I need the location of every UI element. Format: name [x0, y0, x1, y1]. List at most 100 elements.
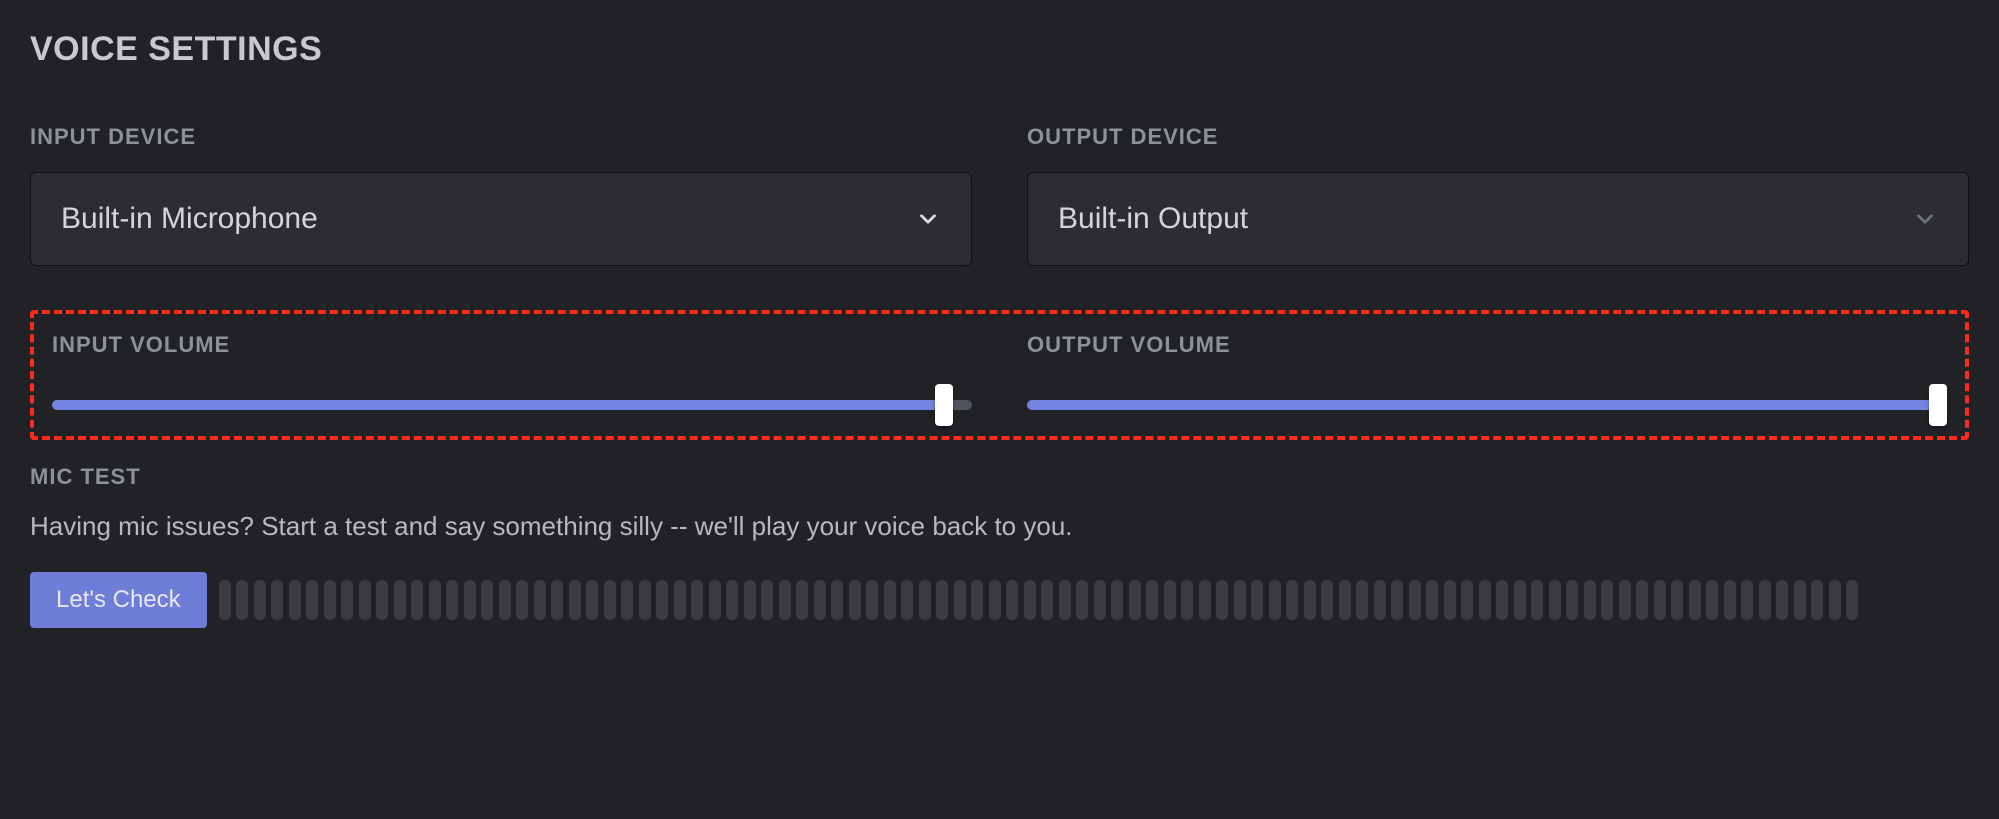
mic-test-button[interactable]: Let's Check	[30, 572, 207, 628]
meter-bar	[1794, 580, 1806, 620]
meter-bar	[936, 580, 948, 620]
meter-bar	[1496, 580, 1508, 620]
output-volume-thumb[interactable]	[1929, 384, 1947, 426]
meter-bar	[989, 580, 1001, 620]
meter-bar	[376, 580, 388, 620]
meter-bar	[271, 580, 283, 620]
output-volume-label: OUTPUT VOLUME	[1027, 332, 1947, 358]
meter-bar	[1706, 580, 1718, 620]
meter-bar	[674, 580, 686, 620]
meter-bar	[849, 580, 861, 620]
meter-bar	[1479, 580, 1491, 620]
meter-bar	[1181, 580, 1193, 620]
meter-bar	[656, 580, 668, 620]
meter-bar	[1811, 580, 1823, 620]
meter-bar	[1146, 580, 1158, 620]
meter-bar	[1356, 580, 1368, 620]
meter-bar	[1024, 580, 1036, 620]
meter-bar	[429, 580, 441, 620]
meter-bar	[831, 580, 843, 620]
meter-bar	[1531, 580, 1543, 620]
output-device-selected: Built-in Output	[1058, 202, 1248, 236]
meter-bar	[1251, 580, 1263, 620]
input-volume-fill	[52, 400, 944, 410]
meter-bar	[884, 580, 896, 620]
meter-bar	[691, 580, 703, 620]
meter-bar	[621, 580, 633, 620]
output-device-label: OUTPUT DEVICE	[1027, 124, 1969, 150]
meter-bar	[1391, 580, 1403, 620]
meter-bar	[1164, 580, 1176, 620]
meter-bar	[1566, 580, 1578, 620]
meter-bar	[289, 580, 301, 620]
meter-bar	[1759, 580, 1771, 620]
meter-bar	[1601, 580, 1613, 620]
meter-bar	[1741, 580, 1753, 620]
meter-bar	[1409, 580, 1421, 620]
meter-bar	[516, 580, 528, 620]
meter-bar	[1461, 580, 1473, 620]
meter-bar	[1724, 580, 1736, 620]
meter-bar	[1321, 580, 1333, 620]
meter-bar	[1584, 580, 1596, 620]
meter-bar	[569, 580, 581, 620]
meter-bar	[779, 580, 791, 620]
mic-test-label: MIC TEST	[30, 464, 1969, 490]
mic-level-meter	[219, 572, 1969, 628]
mic-test-description: Having mic issues? Start a test and say …	[30, 510, 1969, 544]
meter-bar	[481, 580, 493, 620]
meter-bar	[796, 580, 808, 620]
input-volume-label: INPUT VOLUME	[52, 332, 972, 358]
meter-bar	[219, 580, 231, 620]
meter-bar	[1689, 580, 1701, 620]
meter-bar	[971, 580, 983, 620]
meter-bar	[709, 580, 721, 620]
meter-bar	[1636, 580, 1648, 620]
meter-bar	[1514, 580, 1526, 620]
meter-bar	[1094, 580, 1106, 620]
meter-bar	[1654, 580, 1666, 620]
meter-bar	[1111, 580, 1123, 620]
meter-bar	[324, 580, 336, 620]
meter-bar	[866, 580, 878, 620]
meter-bar	[586, 580, 598, 620]
meter-bar	[1374, 580, 1386, 620]
meter-bar	[1671, 580, 1683, 620]
meter-bar	[1549, 580, 1561, 620]
meter-bar	[359, 580, 371, 620]
output-volume-fill	[1027, 400, 1938, 410]
meter-bar	[1776, 580, 1788, 620]
meter-bar	[1304, 580, 1316, 620]
volume-highlight-box: INPUT VOLUME OUTPUT VOLUME	[30, 310, 1969, 440]
meter-bar	[726, 580, 738, 620]
input-device-select[interactable]: Built-in Microphone	[30, 172, 972, 266]
meter-bar	[341, 580, 353, 620]
meter-bar	[1619, 580, 1631, 620]
meter-bar	[1426, 580, 1438, 620]
meter-bar	[814, 580, 826, 620]
output-device-select[interactable]: Built-in Output	[1027, 172, 1969, 266]
meter-bar	[1286, 580, 1298, 620]
meter-bar	[1829, 580, 1841, 620]
meter-bar	[499, 580, 511, 620]
chevron-down-icon	[1912, 206, 1938, 232]
input-device-selected: Built-in Microphone	[61, 202, 318, 236]
meter-bar	[394, 580, 406, 620]
meter-bar	[1444, 580, 1456, 620]
meter-bar	[1846, 580, 1858, 620]
meter-bar	[901, 580, 913, 620]
voice-settings-title: VOICE SETTINGS	[30, 30, 1969, 69]
meter-bar	[1059, 580, 1071, 620]
meter-bar	[761, 580, 773, 620]
meter-bar	[1041, 580, 1053, 620]
chevron-down-icon	[915, 206, 941, 232]
meter-bar	[306, 580, 318, 620]
meter-bar	[1234, 580, 1246, 620]
output-volume-slider[interactable]	[1027, 400, 1947, 410]
meter-bar	[464, 580, 476, 620]
meter-bar	[744, 580, 756, 620]
input-device-label: INPUT DEVICE	[30, 124, 972, 150]
input-volume-thumb[interactable]	[935, 384, 953, 426]
input-volume-slider[interactable]	[52, 400, 972, 410]
meter-bar	[236, 580, 248, 620]
